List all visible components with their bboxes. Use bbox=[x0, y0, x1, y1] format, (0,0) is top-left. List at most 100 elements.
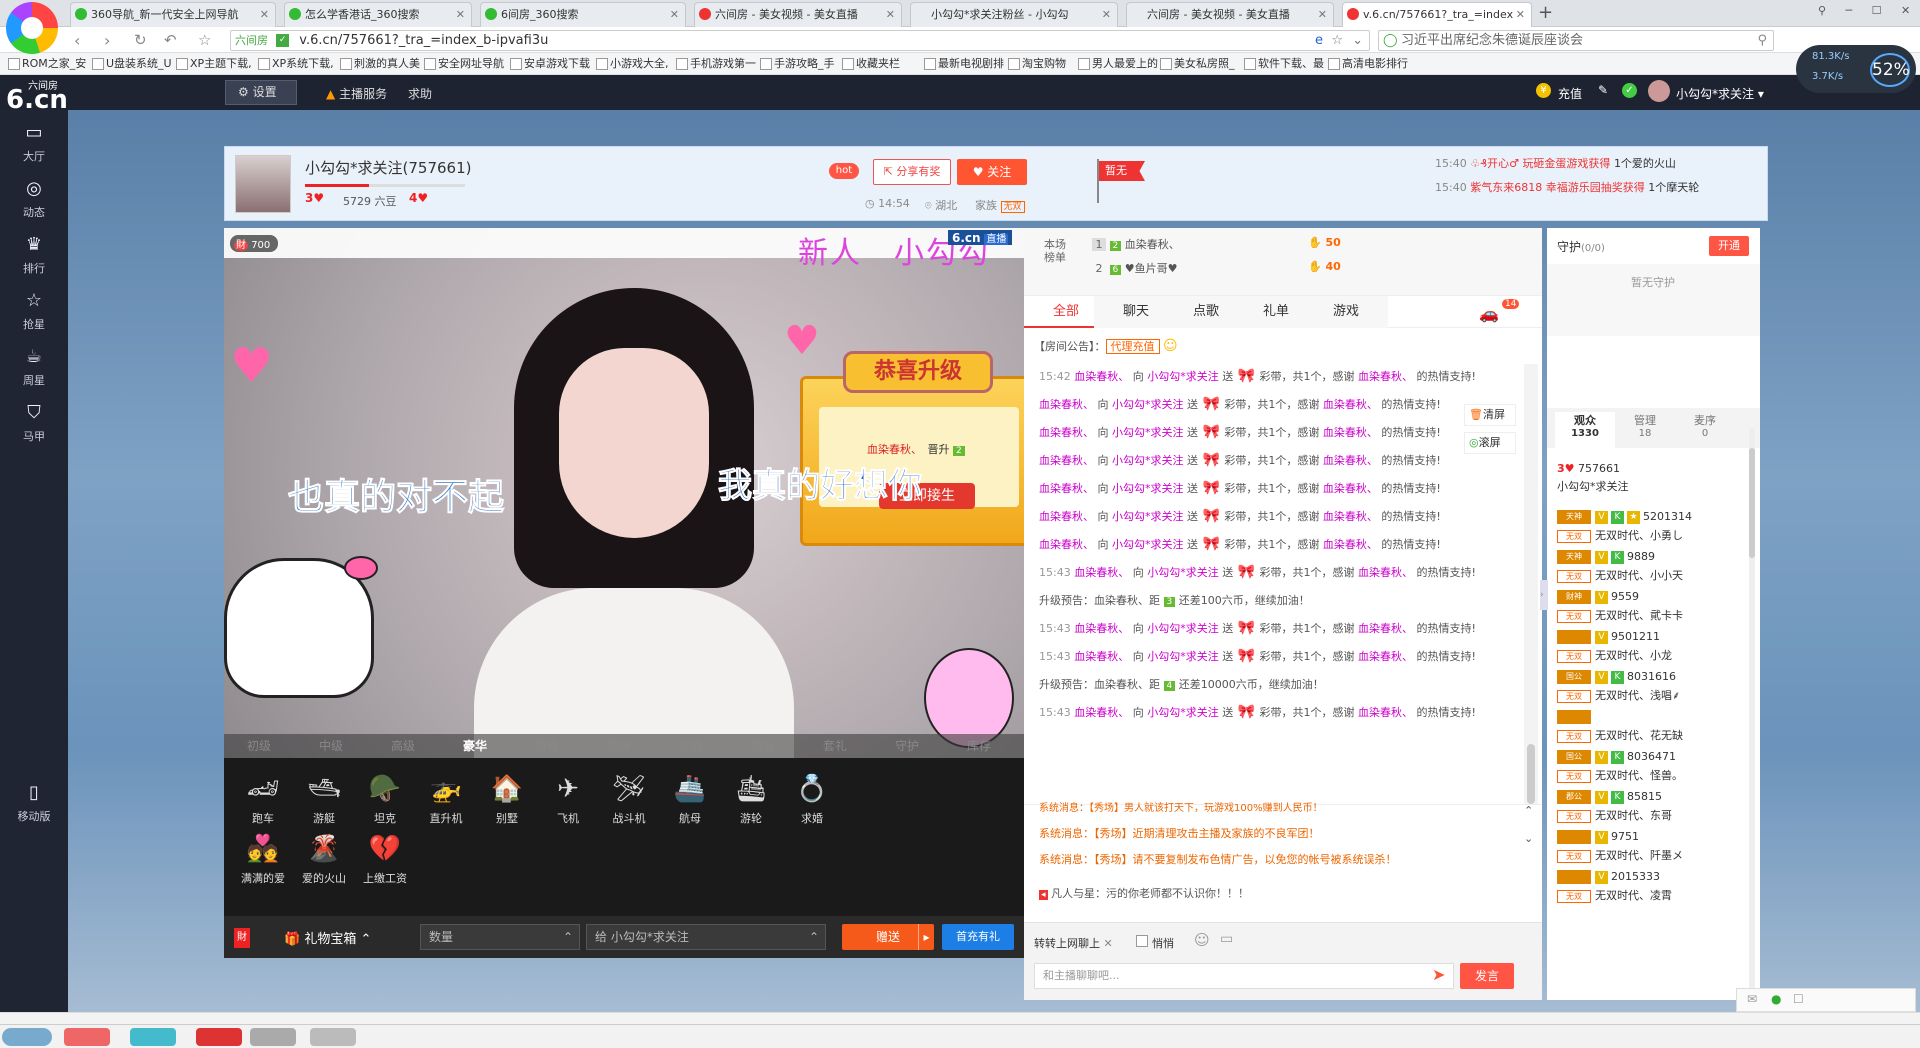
viewer-tab[interactable]: 观众 1330 bbox=[1555, 412, 1615, 448]
close-icon[interactable]: ✕ bbox=[1318, 3, 1327, 26]
refresh-icon[interactable]: ↻ bbox=[134, 31, 147, 49]
host-service-link[interactable]: ▲ 主播服务 bbox=[326, 85, 387, 102]
gift-category-tab[interactable]: 初级 bbox=[224, 734, 294, 758]
ie-icon[interactable]: e bbox=[1315, 31, 1323, 50]
taskbar-app-icon[interactable] bbox=[310, 1028, 356, 1046]
taskbar-app-icon[interactable] bbox=[64, 1028, 110, 1046]
collapse-handle[interactable]: › bbox=[1540, 580, 1548, 610]
message-receiver[interactable]: 小勾勾*求关注 bbox=[1147, 706, 1219, 719]
gift-category-tab[interactable]: 高级 bbox=[368, 734, 438, 758]
message-sender[interactable]: 血染春秋、 bbox=[1039, 510, 1094, 523]
viewer-item[interactable]: 财神 V 9559 无双 无双时代、貮卡卡 bbox=[1557, 590, 1683, 623]
taskbar-app-icon[interactable] bbox=[130, 1028, 176, 1046]
bookmark-item[interactable]: U盘装系统_U bbox=[92, 53, 172, 74]
chat-recipient[interactable]: 转转上网聊上 ✕ bbox=[1034, 935, 1113, 951]
window-controls[interactable]: ⚲ ─ ☐ ✕ bbox=[1818, 4, 1918, 17]
browser-tab[interactable]: 怎么学香港话_360搜索 ✕ bbox=[284, 2, 472, 27]
host-avatar[interactable] bbox=[235, 155, 291, 213]
message-icon[interactable]: ☐ bbox=[1793, 992, 1804, 1006]
gift-item[interactable]: 🏠 别墅 bbox=[472, 774, 542, 834]
message-thanks-user[interactable]: 血染春秋、 bbox=[1358, 622, 1413, 635]
browser-tab[interactable]: 小勾勾*求关注粉丝 - 小勾勾 ✕ bbox=[910, 2, 1118, 27]
message-thanks-user[interactable]: 血染春秋、 bbox=[1323, 398, 1378, 411]
browser-tab[interactable]: 六间房 - 美女视频 - 美女直播 ✕ bbox=[1126, 2, 1334, 27]
network-speed-widget[interactable]: 81.3K/s 3.7K/s 52% bbox=[1796, 45, 1916, 93]
gift-category-tab[interactable]: 奢族 bbox=[728, 734, 798, 758]
message-receiver[interactable]: 小勾勾*求关注 bbox=[1147, 622, 1219, 635]
gift-category-tab[interactable]: 守护 bbox=[872, 734, 942, 758]
browser-tab[interactable]: 360导航_新一代安全上网导航 ✕ bbox=[70, 2, 276, 27]
message-sender[interactable]: 血染春秋、 bbox=[1074, 650, 1129, 663]
viewer-tab[interactable]: 麦序 0 bbox=[1675, 412, 1735, 439]
bookmark-item[interactable]: XP系统下载, bbox=[258, 53, 334, 74]
message-thanks-user[interactable]: 血染春秋、 bbox=[1323, 510, 1378, 523]
viewer-item[interactable]: V 2015333 无双 无双时代、凌霄 bbox=[1557, 870, 1672, 903]
viewer-item[interactable]: 天神 V K 9889 无双 无双时代、小小天 bbox=[1557, 550, 1683, 583]
system-scroll-arrows[interactable]: ⌃ ⌄ bbox=[1524, 804, 1538, 854]
send-arrow-icon[interactable]: ➤ bbox=[1432, 965, 1445, 984]
browser-tab[interactable]: 6间房_360搜索 ✕ bbox=[480, 2, 686, 27]
recharge-link[interactable]: 充值 bbox=[1558, 85, 1582, 102]
bookmark-item[interactable]: 高清电影排行 bbox=[1328, 53, 1408, 74]
browser-logo-icon[interactable] bbox=[6, 2, 58, 54]
gift-category-tab[interactable]: 趣味 bbox=[584, 734, 654, 758]
bookmark-item[interactable]: 软件下载、最 bbox=[1244, 53, 1324, 74]
gift-item[interactable]: 🚁 直升机 bbox=[411, 774, 481, 834]
follow-button[interactable]: ♥ 关注 bbox=[957, 159, 1027, 185]
dropdown-icon[interactable]: ⌄ bbox=[1352, 31, 1363, 50]
browser-tab[interactable]: v.6.cn/757661?_tra_=index ✕ bbox=[1342, 2, 1532, 27]
bookmark-item[interactable]: 手机游戏第一 bbox=[676, 53, 756, 74]
check-icon[interactable]: ✓ bbox=[1622, 83, 1637, 98]
message-receiver[interactable]: 小勾勾*求关注 bbox=[1147, 650, 1219, 663]
message-receiver[interactable]: 小勾勾*求关注 bbox=[1147, 566, 1219, 579]
message-thanks-user[interactable]: 血染春秋、 bbox=[1323, 538, 1378, 551]
taskbar-app-icon[interactable] bbox=[250, 1028, 296, 1046]
gift-category-tab[interactable]: 库存 bbox=[944, 734, 1014, 758]
bookmark-item[interactable]: 小游戏大全, bbox=[596, 53, 669, 74]
recipient-select[interactable]: 给 小勾勾*求关注 ⌃ bbox=[586, 924, 826, 950]
message-sender[interactable]: 血染春秋、 bbox=[1074, 706, 1129, 719]
message-thanks-user[interactable]: 血染春秋、 bbox=[1323, 426, 1378, 439]
star-icon[interactable]: ☆ bbox=[198, 31, 211, 49]
car-icon[interactable]: 🚗 bbox=[1479, 304, 1499, 323]
viewer-item[interactable]: 国公 V K 8036471 无双 无双时代、怪兽。 bbox=[1557, 750, 1683, 783]
online-icon[interactable]: ● bbox=[1771, 992, 1781, 1006]
viewer-item[interactable]: 无双 无双时代、花无缺 bbox=[1557, 710, 1683, 743]
close-icon[interactable]: ✕ bbox=[1516, 3, 1525, 26]
viewer-scrollbar[interactable] bbox=[1749, 428, 1755, 988]
message-receiver[interactable]: 小勾勾*求关注 bbox=[1112, 426, 1184, 439]
gift-item[interactable]: 💔 上缴工资 bbox=[350, 834, 420, 894]
search-input[interactable]: ◯ 习近平出席纪念朱德诞辰座谈会 ⚲ bbox=[1378, 30, 1774, 51]
search-icon[interactable]: ⚲ bbox=[1757, 31, 1767, 50]
rank-row[interactable]: 1 2 血染春秋、 ✋ 50 bbox=[1092, 236, 1512, 252]
notice-tag[interactable]: 代理充值 bbox=[1105, 339, 1160, 354]
gift-item[interactable]: 🚢 航母 bbox=[655, 774, 725, 834]
gift-item[interactable]: 🪖 坦克 bbox=[350, 774, 420, 834]
send-gift-button[interactable]: 赠送 ▸ bbox=[842, 924, 934, 950]
sidebar-item[interactable]: ▯ 移动版 bbox=[0, 770, 68, 836]
edit-icon[interactable]: ✎ bbox=[1598, 83, 1608, 97]
gift-item[interactable]: 🌋 爱的火山 bbox=[289, 834, 359, 894]
chat-tab[interactable]: 游戏 bbox=[1304, 296, 1388, 328]
close-icon[interactable]: ✕ bbox=[1102, 3, 1111, 26]
bookmark-item[interactable]: 刺激的真人美 bbox=[340, 53, 420, 74]
gift-category-tab[interactable]: 中级 bbox=[296, 734, 366, 758]
bookmark-item[interactable]: 美女私房照_ bbox=[1160, 53, 1235, 74]
viewer-tab[interactable]: 管理 18 bbox=[1615, 412, 1675, 439]
gift-item[interactable]: 🛥 游艇 bbox=[289, 774, 359, 834]
treasure-box-button[interactable]: 🎁 礼物宝箱 ⌃ bbox=[284, 928, 371, 947]
chat-scrollbar[interactable] bbox=[1524, 364, 1538, 804]
start-icon[interactable] bbox=[2, 1028, 52, 1046]
gift-item[interactable]: 💑 满满的爱 bbox=[228, 834, 298, 894]
share-button[interactable]: ⇱ 分享有奖 bbox=[873, 159, 951, 185]
user-menu[interactable]: 小勾勾*求关注 ▾ bbox=[1676, 85, 1764, 102]
message-receiver[interactable]: 小勾勾*求关注 bbox=[1112, 454, 1184, 467]
close-icon[interactable]: ✕ bbox=[886, 3, 895, 26]
gift-category-tab[interactable]: 特殊 bbox=[512, 734, 582, 758]
url-input[interactable]: 六间房 ✓ v.6.cn/757661?_tra_=index_b-ipvafi… bbox=[230, 30, 1370, 51]
sidebar-item[interactable]: ⛉ 马甲 bbox=[0, 390, 68, 456]
message-thanks-user[interactable]: 血染春秋、 bbox=[1358, 706, 1413, 719]
gift-category-tab[interactable]: 豪华 bbox=[440, 734, 510, 760]
browser-tab[interactable]: 六间房 - 美女视频 - 美女直播 ✕ bbox=[694, 2, 902, 27]
taskbar-app-icon[interactable] bbox=[196, 1028, 242, 1046]
